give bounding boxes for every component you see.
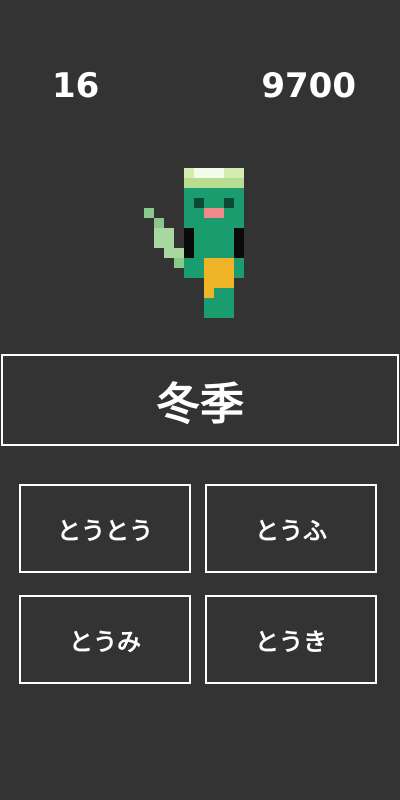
answer-label: とうふ xyxy=(255,517,327,545)
dinosaur-character-icon xyxy=(144,168,244,318)
question-kanji: 冬季 xyxy=(156,379,244,430)
question-count: 16 xyxy=(52,66,100,106)
answer-button-4[interactable]: とうき xyxy=(205,595,377,684)
answer-button-1[interactable]: とうとう xyxy=(19,484,191,573)
answer-label: とうみ xyxy=(69,628,141,656)
answer-button-3[interactable]: とうみ xyxy=(19,595,191,684)
score: 9700 xyxy=(261,66,356,106)
answer-label: とうき xyxy=(255,628,327,656)
question-word: 冬季 xyxy=(1,354,399,446)
answer-button-2[interactable]: とうふ xyxy=(205,484,377,573)
answer-label: とうとう xyxy=(57,517,153,545)
